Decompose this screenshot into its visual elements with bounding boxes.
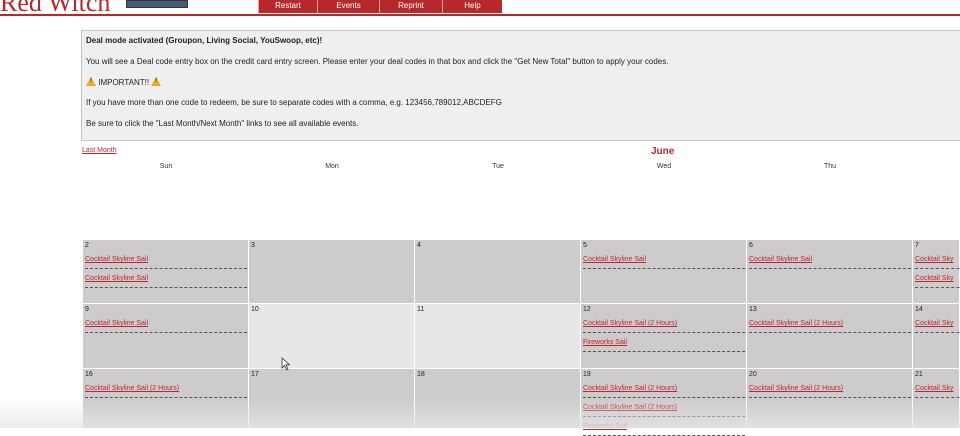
calendar-day-cell: 18 [415,369,581,429]
event-link[interactable]: Fireworks Sail [583,423,627,430]
nav-help-button[interactable]: Help [442,0,502,13]
calendar-day-cell: 19 Cocktail Skyline Sail (2 Hours) Cocktai… [581,369,747,436]
weekday-header-mon: Mon [325,163,339,170]
mouse-cursor-icon [281,357,291,376]
calendar-day-cell: 3 [249,240,415,304]
event-separator [85,268,247,269]
event-link[interactable]: Cocktail Skyline Sail [85,320,148,327]
calendar-day-cell: 2 Cocktail Skyline Sail Cocktail Skyline S… [83,240,249,304]
notice-important: IMPORTANT!! [86,77,162,87]
event-link[interactable]: Cocktail Skyline Sail [583,256,646,263]
day-number: 11 [417,306,425,313]
brand-logo-text: Red Witch [0,0,111,17]
event-link[interactable]: Cocktail Skyline Sail [85,275,148,282]
weekday-header-sun: Sun [159,163,173,170]
day-number: 21 [915,371,923,378]
weekday-header-tue: Tue [492,163,504,170]
day-number: 16 [85,371,93,378]
day-number: 7 [915,242,919,249]
important-label: IMPORTANT!! [98,78,150,87]
warning-icon [86,77,96,86]
event-link[interactable]: Cocktail Skyline Sail (2 Hours) [583,404,677,411]
logo-image [126,0,188,8]
nav-restart-button[interactable]: Restart [258,0,317,13]
event-separator [915,397,960,398]
event-separator [583,351,745,352]
event-separator [85,397,247,398]
day-number: 20 [749,371,757,378]
event-separator [583,268,745,269]
last-month-link[interactable]: Last Month [82,147,117,154]
event-separator [583,416,745,417]
nav-reprint-button[interactable]: Reprint [379,0,442,13]
event-separator [583,397,745,398]
event-separator [749,332,911,333]
event-link[interactable]: Cocktail Sky [915,385,954,392]
event-link[interactable]: Cocktail Skyline Sail (2 Hours) [749,320,843,327]
day-number: 19 [583,371,591,378]
day-number: 4 [417,242,421,249]
warning-icon [151,77,162,86]
notice-line-4: Be sure to click the "Last Month/Next Mo… [86,119,359,128]
event-link[interactable]: Cocktail Sky [915,320,954,327]
event-link[interactable]: Fireworks Sail [583,339,627,346]
event-separator [583,332,745,333]
event-link[interactable]: Cocktail Skyline Sail [85,256,148,263]
event-separator [85,287,247,288]
event-separator [915,287,960,288]
event-separator [749,268,911,269]
event-link[interactable]: Cocktail Skyline Sail [749,256,812,263]
day-number: 10 [251,306,259,313]
deal-notice-box: Deal mode activated (Groupon, Living Soc… [81,30,960,141]
day-number: 3 [251,242,255,249]
calendar-day-cell: 21 Cocktail Sky [913,369,960,429]
notice-line-3: If you have more than one code to redeem… [86,98,502,107]
event-link[interactable]: Cocktail Skyline Sail (2 Hours) [749,385,843,392]
calendar-day-cell: 11 [415,304,581,369]
calendar-day-cell: 14 Cocktail Sky [913,304,960,369]
notice-title: Deal mode activated (Groupon, Living Soc… [86,36,323,45]
calendar-day-cell: 6 Cocktail Skyline Sail [747,240,913,304]
calendar-day-cell: 7 Cocktail Sky Cocktail Sky [913,240,960,304]
day-number: 12 [583,306,591,313]
event-separator [915,332,960,333]
day-number: 5 [583,242,587,249]
calendar-day-cell: 16 Cocktail Skyline Sail (2 Hours) [83,369,249,429]
month-title: June [651,146,675,157]
day-number: 14 [915,306,923,313]
event-link[interactable]: Cocktail Skyline Sail (2 Hours) [583,385,677,392]
nav-events-button[interactable]: Events [317,0,379,13]
calendar-day-cell: 4 [415,240,581,304]
event-link[interactable]: Cocktail Sky [915,256,954,263]
event-separator [915,268,960,269]
event-separator [749,397,911,398]
calendar-day-cell: 12 Cocktail Skyline Sail (2 Hours) Firewor… [581,304,747,369]
day-number: 9 [85,306,89,313]
day-number: 17 [251,371,259,378]
calendar-day-cell: 10 [249,304,415,369]
top-bar: Red Witch Restart Events Reprint Help [0,0,960,17]
weekday-header-wed: Wed [656,163,672,170]
main-nav: Restart Events Reprint Help [258,0,502,13]
weekday-header-thu: Thu [823,163,837,170]
day-number: 13 [749,306,757,313]
calendar-day-cell: 13 Cocktail Skyline Sail (2 Hours) [747,304,913,369]
event-link[interactable]: Cocktail Skyline Sail (2 Hours) [85,385,179,392]
calendar-day-cell: 20 Cocktail Skyline Sail (2 Hours) [747,369,913,429]
day-number: 2 [85,242,89,249]
day-number: 6 [749,242,753,249]
calendar-day-cell: 5 Cocktail Skyline Sail [581,240,747,304]
event-link[interactable]: Cocktail Sky [915,275,954,282]
calendar-day-cell: 17 [249,369,415,429]
notice-line-1: You will see a Deal code entry box on th… [86,57,669,66]
event-link[interactable]: Cocktail Skyline Sail (2 Hours) [583,320,677,327]
calendar-day-cell: 9 Cocktail Skyline Sail [83,304,249,369]
day-number: 18 [417,371,425,378]
event-separator [85,332,247,333]
